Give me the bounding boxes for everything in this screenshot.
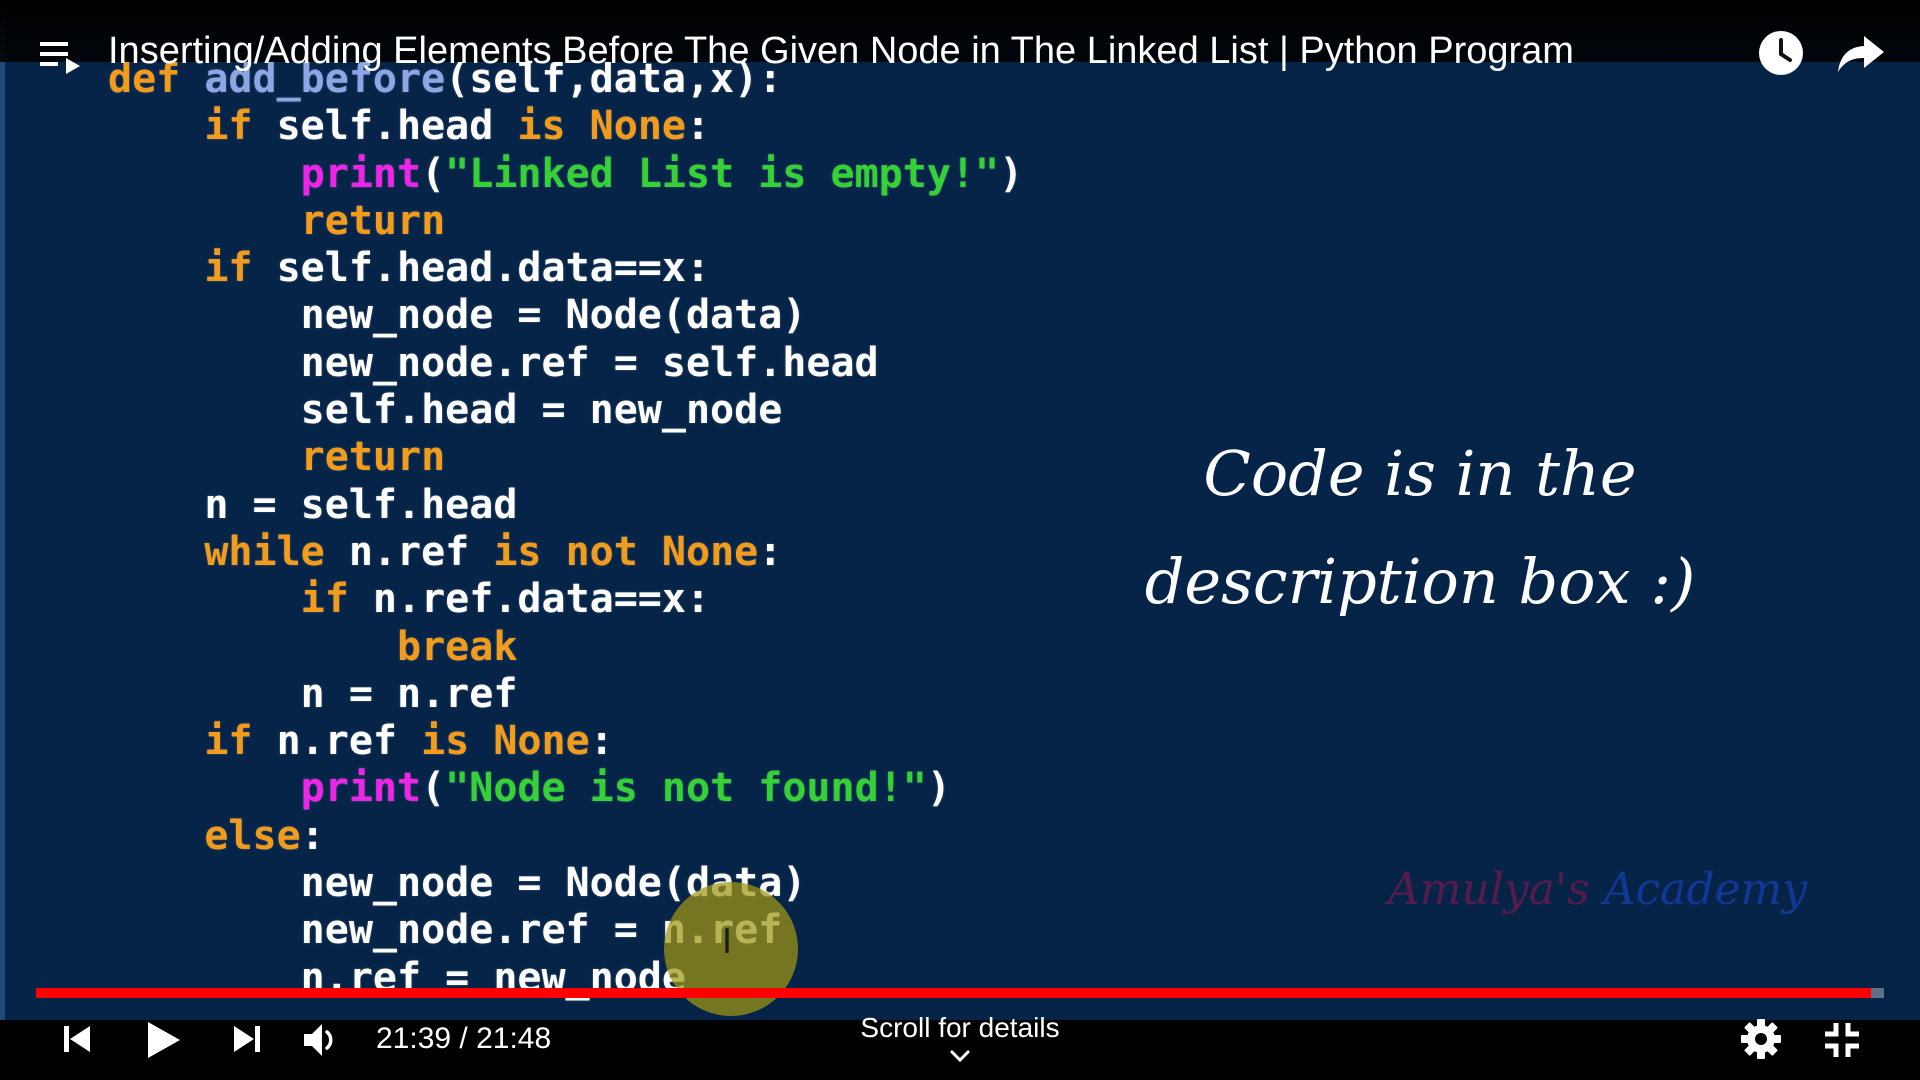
code-line: return bbox=[108, 198, 1023, 245]
code-token: new_node.ref = self.head bbox=[108, 339, 879, 386]
code-line: n = self.head bbox=[108, 482, 1023, 529]
code-token: n = self.head bbox=[108, 481, 518, 528]
code-line: self.head = new_node bbox=[108, 387, 1023, 434]
chevron-down-icon[interactable] bbox=[946, 1046, 974, 1066]
code-token: is None bbox=[517, 103, 686, 150]
code-token: n = n.ref bbox=[108, 670, 518, 717]
note-line-2: description box :) bbox=[1144, 545, 1696, 618]
code-line: if self.head.data==x: bbox=[108, 245, 1023, 292]
code-line: break bbox=[108, 624, 1023, 671]
video-title[interactable]: Inserting/Adding Elements Before The Giv… bbox=[108, 30, 1574, 73]
code-line: n = n.ref bbox=[108, 671, 1023, 718]
text-cursor-icon: I bbox=[722, 922, 733, 962]
code-token: return bbox=[108, 434, 446, 481]
playlist-icon[interactable] bbox=[38, 36, 82, 76]
code-line: if n.ref is None: bbox=[108, 718, 1023, 765]
code-token: if bbox=[108, 718, 277, 765]
code-line: return bbox=[108, 434, 1023, 481]
gear-icon[interactable] bbox=[1740, 1018, 1782, 1060]
code-line: new_node = Node(data) bbox=[108, 860, 1023, 907]
code-line: if n.ref.data==x: bbox=[108, 576, 1023, 623]
code-token: self.head.data==x: bbox=[276, 245, 711, 292]
code-line: while n.ref is not None: bbox=[108, 529, 1023, 576]
code-block: def add_before(self,data,x): if self.hea… bbox=[108, 56, 1023, 1002]
code-token: : bbox=[685, 103, 711, 150]
code-token: if bbox=[108, 576, 373, 623]
volume-icon[interactable] bbox=[302, 1020, 344, 1060]
code-line: print("Linked List is empty!") bbox=[108, 150, 1024, 198]
code-token: is not None bbox=[493, 528, 759, 575]
code-line: if self.head is None: bbox=[108, 103, 1023, 150]
code-token: self.head = new_node bbox=[108, 387, 783, 434]
code-token: print bbox=[108, 765, 422, 812]
code-token: return bbox=[108, 197, 446, 244]
code-line: new_node.ref = n.ref bbox=[108, 907, 1023, 954]
code-token: ( bbox=[421, 150, 446, 197]
code-token: n.ref.data==x: bbox=[372, 576, 711, 623]
code-token: if bbox=[108, 245, 277, 292]
code-token: "Node is not found!" bbox=[445, 765, 927, 812]
progress-fill bbox=[36, 988, 1872, 998]
code-line: print("Node is not found!") bbox=[108, 765, 1023, 812]
exit-fullscreen-icon[interactable] bbox=[1822, 1020, 1862, 1060]
scroll-for-details[interactable]: Scroll for details bbox=[760, 1012, 1160, 1044]
code-token: is None bbox=[421, 718, 590, 765]
watermark-name: Amulya's bbox=[1388, 864, 1590, 915]
code-token: : bbox=[758, 528, 783, 575]
skip-previous-icon[interactable] bbox=[60, 1022, 94, 1056]
code-token: print bbox=[108, 150, 422, 197]
skip-next-icon[interactable] bbox=[230, 1022, 264, 1056]
code-line: new_node = Node(data) bbox=[108, 292, 1023, 339]
code-token: break bbox=[108, 623, 518, 670]
code-token: ) bbox=[999, 150, 1024, 197]
code-line: new_node.ref = self.head bbox=[108, 340, 1023, 387]
code-token: ) bbox=[926, 765, 951, 812]
note-line-1: Code is in the bbox=[1203, 437, 1637, 510]
code-token: else bbox=[108, 812, 301, 859]
channel-watermark: Amulya's Academy bbox=[1388, 864, 1807, 915]
share-arrow-icon[interactable] bbox=[1836, 32, 1886, 76]
time-display: 21:39 / 21:48 bbox=[376, 1022, 552, 1055]
code-token: ( bbox=[421, 765, 446, 812]
code-token: n.ref bbox=[348, 528, 494, 575]
code-token: : bbox=[589, 718, 614, 765]
code-token: : bbox=[300, 812, 325, 859]
code-line: else: bbox=[108, 813, 1023, 860]
code-token: "Linked List is empty!" bbox=[445, 150, 1000, 197]
video-frame[interactable]: def add_before(self,data,x): if self.hea… bbox=[0, 0, 1920, 1080]
code-token: self.head bbox=[276, 103, 518, 150]
clock-icon[interactable] bbox=[1758, 30, 1804, 76]
code-token: if bbox=[108, 103, 277, 150]
code-token: n.ref bbox=[276, 718, 422, 765]
watermark-academy: Academy bbox=[1589, 864, 1808, 915]
code-token: while bbox=[108, 528, 349, 575]
progress-bar[interactable] bbox=[36, 988, 1884, 998]
play-icon[interactable] bbox=[144, 1020, 182, 1060]
code-token: new_node = Node(data) bbox=[108, 292, 807, 339]
description-note: Code is in the description box :) bbox=[1120, 420, 1720, 636]
